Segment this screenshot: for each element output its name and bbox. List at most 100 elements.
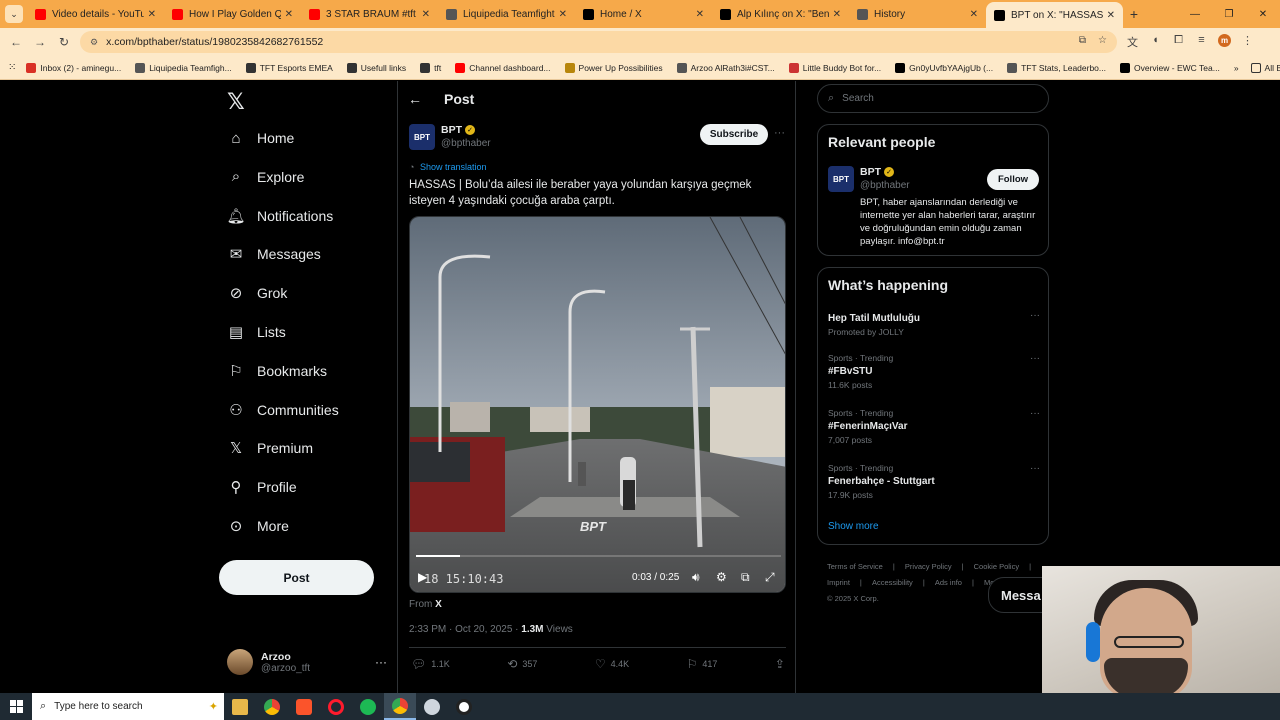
trend-item[interactable]: Sports · Trending Fenerbahçe - Stuttgart 1… <box>828 463 1040 500</box>
file-explorer-icon[interactable] <box>224 693 256 720</box>
nav-item-communities[interactable]: ⚇ Communities <box>227 401 338 419</box>
bookmark-item[interactable]: Gn0yUvfbYAAjgUb (... <box>895 62 993 73</box>
app-icon[interactable] <box>416 693 448 720</box>
follow-button[interactable]: Follow <box>987 169 1039 190</box>
all-bookmarks-folder[interactable]: All Bookmarks <box>1250 62 1280 73</box>
account-switcher[interactable]: Arzoo @arzoo_tft ··· <box>227 649 387 675</box>
forward-button[interactable]: → <box>28 35 52 49</box>
bookmark-item[interactable]: Overview - EWC Tea... <box>1120 62 1220 73</box>
close-tab-icon[interactable]: ✕ <box>559 9 567 20</box>
nav-item-premium[interactable]: 𝕏 Premium <box>227 439 313 457</box>
close-tab-icon[interactable]: ✕ <box>285 9 293 20</box>
trend-more-icon[interactable]: ··· <box>1030 310 1040 321</box>
audio-extension-icon[interactable]: ◖ <box>1144 34 1167 50</box>
settings-gear-icon[interactable]: ⚙ <box>716 570 727 584</box>
bookmark-item[interactable]: TFT Stats, Leaderbo... <box>1007 62 1106 73</box>
back-arrow-icon[interactable]: ← <box>408 91 422 107</box>
repost-button[interactable]: ⟲ 357 <box>507 657 537 671</box>
fullscreen-icon[interactable]: ⤢ <box>765 570 775 585</box>
trend-item[interactable]: Sports · Trending #FenerinMaçıVar 7,007 po… <box>828 408 1040 445</box>
nav-item-more[interactable]: ⊙ More <box>227 517 289 535</box>
browser-tab[interactable]: Home / X ✕ <box>575 0 712 28</box>
search-input[interactable]: ⌕ Search <box>817 84 1049 113</box>
share-button[interactable]: ⇪ <box>775 657 785 671</box>
bookmark-item[interactable]: TFT Esports EMEA <box>245 62 333 73</box>
bookmark-item[interactable]: Little Buddy Bot for... <box>788 62 881 73</box>
volume-icon[interactable]: 🔊︎ <box>692 570 700 585</box>
video-progress-bar[interactable] <box>416 555 781 557</box>
author-avatar[interactable]: BPT <box>409 124 435 150</box>
close-tab-icon[interactable]: ✕ <box>833 9 841 20</box>
post-timestamp[interactable]: 2:33 PM · Oct 20, 2025 · <box>409 624 521 635</box>
browser-tab[interactable]: Alp Kılınç on X: "Ben anla ✕ <box>712 0 849 28</box>
reload-button[interactable]: ↻ <box>52 35 76 49</box>
obs-icon[interactable] <box>448 693 480 720</box>
subscribe-button[interactable]: Subscribe <box>700 124 768 145</box>
from-source-link[interactable]: X <box>435 599 442 610</box>
opera-icon[interactable] <box>320 693 352 720</box>
trend-item[interactable]: Sports · Trending #FBvSTU 11.6K posts ··· <box>828 353 1040 390</box>
browser-tab[interactable]: How I Play Golden Quest ✕ <box>164 0 301 28</box>
maximize-button[interactable]: ❐ <box>1212 9 1246 20</box>
bookmark-item[interactable]: Usefull links <box>346 62 406 73</box>
post-more-icon[interactable]: ··· <box>774 127 785 139</box>
x-logo-icon[interactable]: 𝕏 <box>227 89 245 115</box>
like-button[interactable]: ♡ 4.4K <box>595 657 629 671</box>
close-tab-icon[interactable]: ✕ <box>148 9 156 20</box>
chrome-active-icon[interactable] <box>384 693 416 720</box>
relevant-user-name[interactable]: BPT <box>860 166 881 178</box>
site-info-icon[interactable]: ⚙ <box>90 37 98 48</box>
bookmark-item[interactable]: Arzoo AlRath3i#CST... <box>676 62 775 73</box>
play-icon[interactable]: ▶ <box>418 570 427 584</box>
terms-link[interactable]: Terms of Service <box>827 562 883 571</box>
back-button[interactable]: ← <box>4 35 28 49</box>
post-button[interactable]: Post <box>219 560 374 595</box>
taskbar-search[interactable]: ⌕ Type here to search ✦ <box>32 693 224 720</box>
bookmark-button[interactable]: ⚐ 417 <box>687 657 718 671</box>
reply-button[interactable]: 💬︎ 1.1K <box>411 657 450 671</box>
url-text[interactable]: x.com/bpthaber/status/198023584268276155… <box>106 36 323 48</box>
imprint-link[interactable]: Imprint <box>827 578 850 587</box>
bookmark-item[interactable]: Power Up Possibilities <box>564 62 663 73</box>
nav-item-home[interactable]: ⌂ Home <box>227 129 294 147</box>
nav-item-messages[interactable]: ✉ Messages <box>227 245 321 263</box>
bookmark-item[interactable]: Channel dashboard... <box>455 62 551 73</box>
relevant-user[interactable]: BPT BPT ✓ @bpthaber <box>828 166 910 192</box>
ads-info-link[interactable]: Ads info <box>935 578 962 587</box>
bookmark-star-icon[interactable]: ☆ <box>1098 35 1107 46</box>
spotify-icon[interactable] <box>352 693 384 720</box>
profile-avatar-icon[interactable]: m <box>1213 34 1236 50</box>
bookmark-item[interactable]: Inbox (2) - aminegu... <box>26 62 121 73</box>
post-author[interactable]: BPT BPT ✓ @bpthaber <box>409 124 491 150</box>
close-tab-icon[interactable]: ✕ <box>696 9 704 20</box>
close-tab-icon[interactable]: ✕ <box>970 9 978 20</box>
browser-tab[interactable]: BPT on X: "HASSAS | Bolu ✕ <box>986 2 1123 28</box>
new-tab-button[interactable]: + <box>1123 6 1145 22</box>
trend-more-icon[interactable]: ··· <box>1030 353 1040 364</box>
close-tab-icon[interactable]: ✕ <box>1107 10 1115 21</box>
extensions-icon[interactable]: ⧠ <box>1167 34 1190 50</box>
bookmark-item[interactable]: tft <box>420 62 441 73</box>
url-bar[interactable]: ⚙ x.com/bpthaber/status/1980235842682761… <box>80 31 1117 53</box>
browser-tab[interactable]: History ✕ <box>849 0 986 28</box>
minimize-button[interactable]: — <box>1178 9 1212 20</box>
nav-item-grok[interactable]: ⊘ Grok <box>227 284 288 302</box>
show-translation-link[interactable]: ◔ Show translation <box>409 162 487 172</box>
relevant-user-handle[interactable]: @bpthaber <box>860 180 910 191</box>
brave-icon[interactable] <box>288 693 320 720</box>
apps-grid-icon[interactable]: ⁙ <box>8 62 16 73</box>
close-tab-icon[interactable]: ✕ <box>422 9 430 20</box>
relevant-user-avatar[interactable]: BPT <box>828 166 854 192</box>
translate-extension-icon[interactable]: 文 <box>1121 34 1144 50</box>
trend-more-icon[interactable]: ··· <box>1030 463 1040 474</box>
privacy-link[interactable]: Privacy Policy <box>905 562 952 571</box>
bookmarks-overflow-icon[interactable]: » <box>1234 63 1239 73</box>
chrome-icon[interactable] <box>256 693 288 720</box>
pip-icon[interactable]: ⧉ <box>741 570 750 585</box>
windows-start-icon[interactable] <box>0 693 32 720</box>
nav-item-profile[interactable]: ⚲ Profile <box>227 478 297 496</box>
nav-item-explore[interactable]: ⌕ Explore <box>227 168 305 186</box>
nav-item-lists[interactable]: ▤ Lists <box>227 323 286 341</box>
author-name[interactable]: BPT <box>441 124 462 136</box>
nav-item-bookmarks[interactable]: ⚐ Bookmarks <box>227 362 327 380</box>
